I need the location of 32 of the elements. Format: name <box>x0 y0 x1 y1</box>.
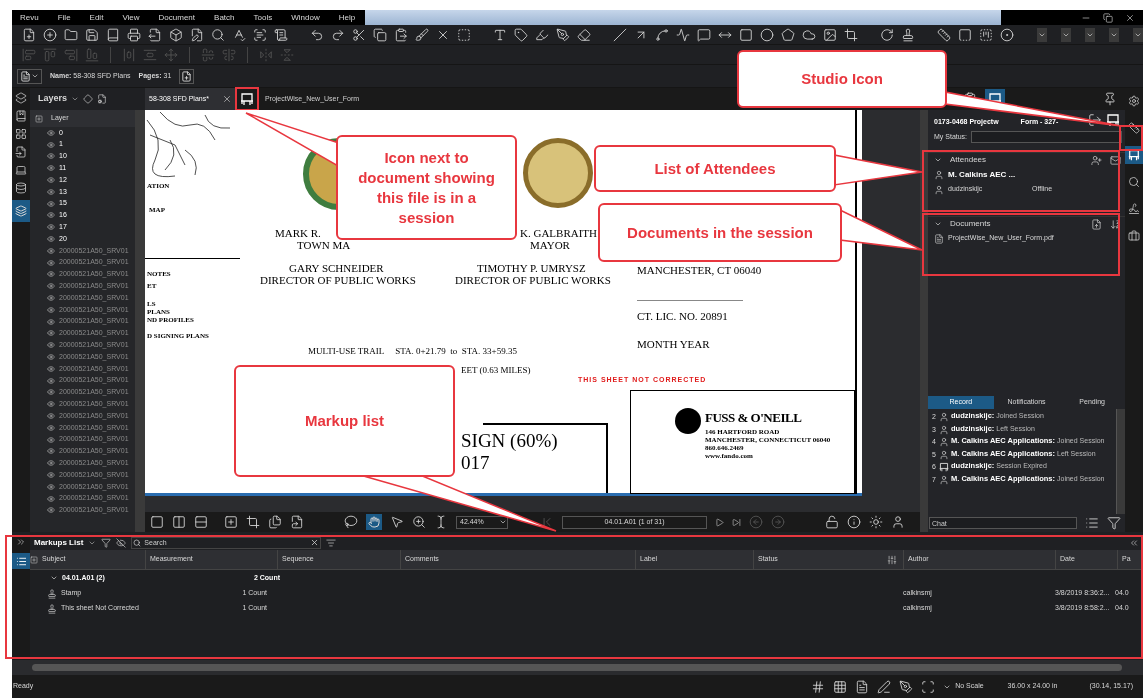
sheet-text: DIRECTOR OF PUBLIC WORKS <box>260 274 416 286</box>
sheet-text: MARK R. <box>275 227 321 239</box>
menu-item[interactable]: Revu <box>20 11 39 24</box>
menu-item[interactable]: View <box>122 11 140 24</box>
menu-item[interactable]: Help <box>338 11 356 24</box>
sheet-text: DIRECTOR OF PUBLIC WORKS <box>455 274 611 286</box>
sheet-text: TOWN MA <box>297 239 351 251</box>
sheet-text: TIMOTHY P. UMRYSZ <box>477 262 586 274</box>
section-title: Attendees <box>950 154 987 166</box>
sheet-text: MONTH YEAR <box>637 338 710 350</box>
sheet-text: GARY SCHNEIDER <box>289 262 384 274</box>
menu-item[interactable]: File <box>57 11 71 24</box>
sheet-text: FUSS & O'NEILL <box>705 411 802 425</box>
menu-item[interactable]: Batch <box>214 11 235 24</box>
callout: Studio Icon <box>737 50 947 108</box>
section-title: Documents <box>950 218 991 230</box>
sheet-text: MANCHESTER, CT 06040 <box>637 264 762 276</box>
panel-title: Layers <box>38 92 68 106</box>
panel-title: Markups List <box>34 536 84 549</box>
attendee-name: M. Calkins AEC ... <box>948 168 1017 181</box>
menu-item[interactable]: Edit <box>89 11 104 24</box>
sheet-text: 017 <box>461 452 490 474</box>
sheet-text: SIGN (60%) <box>461 430 558 452</box>
menu-item[interactable]: Tools <box>253 11 273 24</box>
sheet-text: MULTI-USE TRAIL STA. 0+21.79 to STA. 33+59.35 <box>308 346 517 356</box>
callout: Icon next to document showing this file is in a session <box>336 135 517 240</box>
sheet-text: MAYOR <box>530 239 570 251</box>
sheet-text: EET (0.63 MILES) <box>461 365 531 375</box>
sheet-text: CT. LIC. NO. 20891 <box>637 310 728 322</box>
menu-item[interactable]: Window <box>291 11 320 24</box>
menu-item[interactable]: Document <box>158 11 196 24</box>
sheet-text: K. GALBRAITH <box>520 227 597 239</box>
